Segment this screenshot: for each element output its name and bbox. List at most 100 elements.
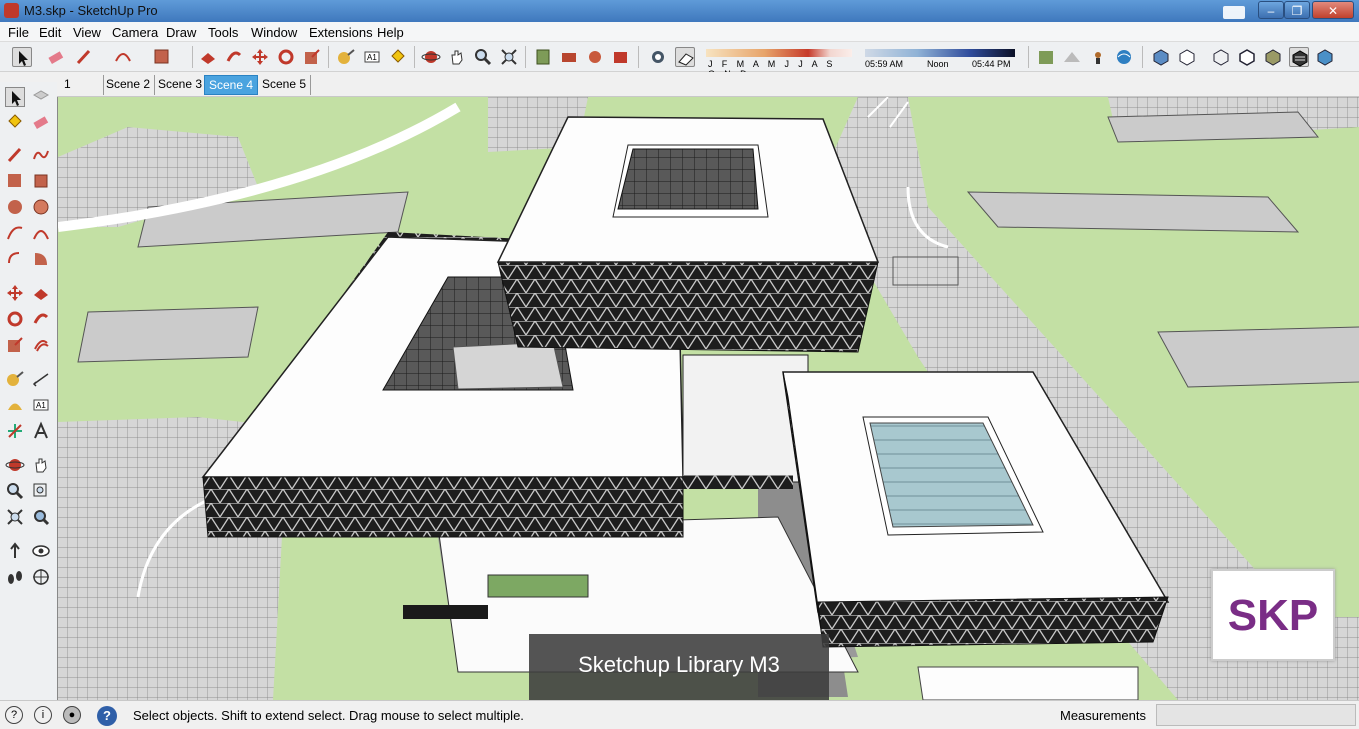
wireframe-style-icon[interactable] [1211, 47, 1231, 67]
geo-location-icon[interactable] [1114, 47, 1134, 67]
shaded-style-icon[interactable] [1263, 47, 1283, 67]
orbit-tool-icon[interactable] [421, 47, 441, 67]
zoom-tool-icon[interactable] [473, 47, 493, 67]
zoom-window-icon[interactable] [31, 481, 51, 501]
three-point-arc-icon[interactable] [5, 249, 25, 269]
position-camera-icon[interactable] [5, 541, 25, 561]
offset-icon[interactable] [31, 335, 51, 355]
time-start-label: 05:59 AM [865, 59, 904, 69]
text-tool-icon[interactable]: A1 [362, 47, 382, 67]
walk-icon[interactable] [5, 567, 25, 587]
shaded-textures-style-icon[interactable] [1289, 47, 1309, 67]
menu-tools[interactable]: Tools [208, 25, 238, 40]
menu-help[interactable]: Help [377, 25, 404, 40]
3d-text-icon[interactable] [31, 421, 51, 441]
zoom-icon[interactable] [5, 481, 25, 501]
look-around-icon[interactable] [31, 541, 51, 561]
monochrome-style-icon[interactable] [1315, 47, 1335, 67]
select-icon[interactable] [5, 87, 25, 107]
arc-tool-icon[interactable] [113, 47, 133, 67]
push-pull-icon[interactable] [31, 283, 51, 303]
extension-warehouse-icon[interactable] [611, 47, 631, 67]
select-tool-icon[interactable] [12, 47, 32, 67]
follow-me-tool-icon[interactable] [224, 47, 244, 67]
close-button[interactable]: ✕ [1312, 1, 1354, 19]
previous-view-icon[interactable] [31, 507, 51, 527]
user-account-icon[interactable]: ● [63, 706, 81, 724]
toggle-terrain-icon[interactable] [1062, 47, 1082, 67]
eraser-icon[interactable] [31, 112, 51, 132]
move-tool-icon[interactable] [250, 47, 270, 67]
top-courtyard [617, 148, 759, 210]
push-pull-tool-icon[interactable] [198, 47, 218, 67]
zoom-extents-tool-icon[interactable] [499, 47, 519, 67]
arc-icon[interactable] [5, 223, 25, 243]
geo-location-status-icon[interactable]: ? [5, 706, 23, 724]
zoom-extents-icon[interactable] [5, 507, 25, 527]
protractor-icon[interactable] [5, 395, 25, 415]
tape-measure-icon[interactable] [5, 369, 25, 389]
move-icon[interactable] [5, 283, 25, 303]
tab-scene-5[interactable]: Scene 5 [258, 75, 312, 95]
section-plane-icon[interactable] [31, 567, 51, 587]
orbit-icon[interactable] [5, 455, 25, 475]
eraser-tool-icon[interactable] [46, 47, 66, 67]
shadow-settings-icon[interactable] [648, 47, 668, 67]
scale-icon[interactable] [5, 335, 25, 355]
line-icon[interactable] [5, 145, 25, 165]
minimize-button[interactable]: – [1258, 1, 1284, 19]
tab-scene-2[interactable]: Scene 2 [102, 75, 156, 95]
components-icon[interactable] [585, 47, 605, 67]
two-point-arc-icon[interactable] [31, 223, 51, 243]
pie-icon[interactable] [31, 249, 51, 269]
photo-texture-icon[interactable] [1088, 47, 1108, 67]
maximize-button[interactable]: ❐ [1284, 1, 1310, 19]
menu-draw[interactable]: Draw [166, 25, 196, 40]
rectangle-icon[interactable] [5, 171, 25, 191]
polygon-icon[interactable] [31, 197, 51, 217]
follow-me-icon[interactable] [31, 309, 51, 329]
shadow-time-slider[interactable]: 05:59 AM Noon 05:44 PM [865, 47, 1015, 71]
display-shadows-icon[interactable] [675, 47, 695, 67]
circle-icon[interactable] [5, 197, 25, 217]
back-edges-style-icon[interactable] [1177, 47, 1197, 67]
axes-icon[interactable] [5, 421, 25, 441]
model-viewport[interactable] [57, 97, 1359, 700]
rotate-tool-icon[interactable] [276, 47, 296, 67]
tab-scene-1[interactable]: 1 [60, 75, 104, 95]
warehouse-icon[interactable] [533, 47, 553, 67]
instructor-help-icon[interactable]: ? [97, 706, 117, 726]
menu-file[interactable]: File [8, 25, 29, 40]
scale-tool-icon[interactable] [302, 47, 322, 67]
measurements-input[interactable] [1156, 704, 1356, 726]
menu-edit[interactable]: Edit [39, 25, 61, 40]
time-gradient [865, 49, 1015, 57]
paint-bucket-tool-icon[interactable] [388, 47, 408, 67]
xray-style-icon[interactable] [1151, 47, 1171, 67]
freehand-icon[interactable] [31, 145, 51, 165]
line-tool-icon[interactable] [74, 47, 94, 67]
left-building-front-facade [202, 476, 684, 538]
tab-scene-3[interactable]: Scene 3 [154, 75, 208, 95]
pan-tool-icon[interactable] [447, 47, 467, 67]
make-component-icon[interactable] [31, 87, 51, 107]
menu-extensions[interactable]: Extensions [309, 25, 373, 40]
paint-icon[interactable] [5, 112, 25, 132]
pan-icon[interactable] [31, 455, 51, 475]
rotate-icon[interactable] [5, 309, 25, 329]
add-location-icon[interactable] [1036, 47, 1056, 67]
text-icon[interactable]: A1 [31, 395, 51, 415]
share-model-icon[interactable] [559, 47, 579, 67]
dimension-icon[interactable] [31, 369, 51, 389]
hidden-line-style-icon[interactable] [1237, 47, 1257, 67]
shape-tool-icon[interactable] [152, 47, 172, 67]
menu-camera[interactable]: Camera [112, 25, 158, 40]
toolbar-separator [1142, 46, 1143, 68]
shadow-month-slider[interactable]: J F M A M J J A S O N D [706, 47, 852, 79]
menu-view[interactable]: View [73, 25, 101, 40]
credits-info-icon[interactable]: i [34, 706, 52, 724]
rotated-rectangle-icon[interactable] [31, 171, 51, 191]
menu-window[interactable]: Window [251, 25, 297, 40]
tab-scene-4[interactable]: Scene 4 [204, 75, 259, 95]
tape-measure-tool-icon[interactable] [336, 47, 356, 67]
